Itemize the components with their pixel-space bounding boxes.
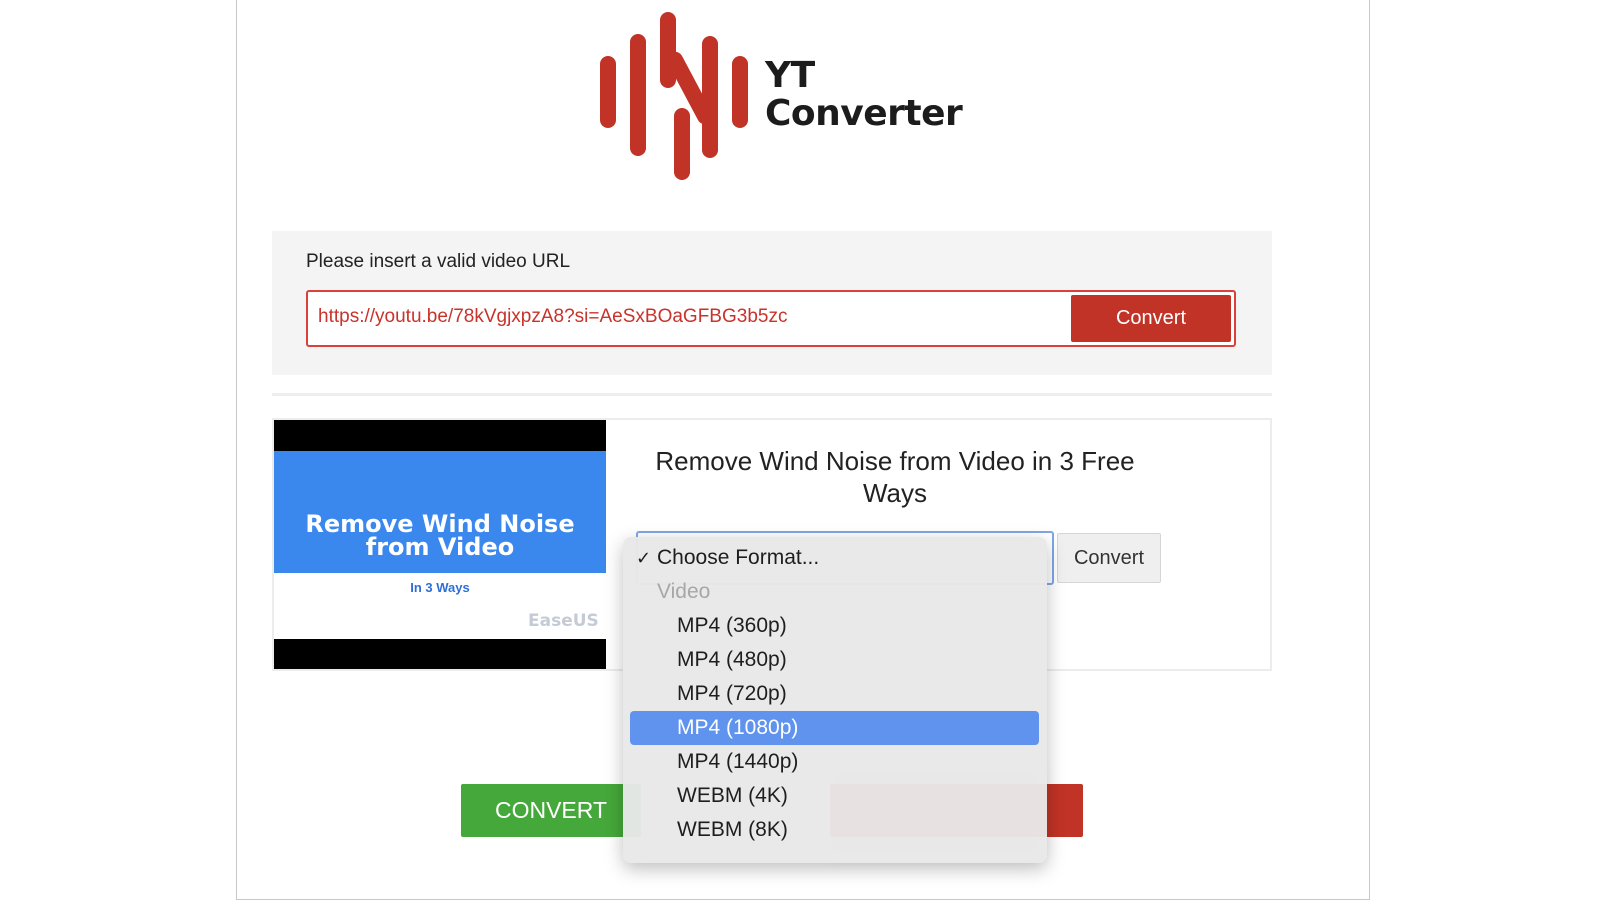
logo-line-1: YT: [765, 55, 815, 96]
dropdown-group-video: Video: [657, 580, 711, 603]
video-thumbnail: Remove Wind Noise from Video In 3 Ways E…: [274, 420, 606, 669]
dropdown-option[interactable]: MP4 (480p): [623, 643, 1047, 677]
format-convert-button[interactable]: Convert: [1057, 533, 1161, 583]
thumbnail-title: Remove Wind Noise from Video: [305, 510, 575, 561]
logo-text: YT Converter: [765, 55, 963, 134]
dropdown-option[interactable]: MP4 (360p): [623, 609, 1047, 643]
url-input[interactable]: https://youtu.be/78kVgjxpzA8?si=AeSxBOaG…: [306, 290, 1236, 347]
dropdown-option[interactable]: MP4 (720p): [623, 677, 1047, 711]
format-dropdown-menu: ✓ Choose Format... Video MP4 (360p) MP4 …: [623, 537, 1047, 863]
divider: [272, 393, 1272, 396]
dropdown-option-selected[interactable]: MP4 (1080p): [630, 711, 1039, 745]
checkmark-icon: ✓: [636, 548, 652, 568]
dropdown-option[interactable]: MP4 (1440p): [623, 745, 1047, 779]
url-value[interactable]: https://youtu.be/78kVgjxpzA8?si=AeSxBOaG…: [318, 306, 787, 328]
video-title: Remove Wind Noise from Video in 3 Free W…: [655, 446, 1135, 508]
logo-line-2: Converter: [765, 93, 963, 134]
thumbnail-brand-logo: EaseUS: [528, 611, 599, 631]
thumbnail-subtitle: In 3 Ways: [410, 580, 470, 595]
dropdown-item-label: Choose Format...: [657, 546, 820, 569]
dropdown-option[interactable]: WEBM (8K): [623, 813, 1047, 847]
url-convert-button[interactable]: Convert: [1071, 295, 1231, 342]
url-panel: Please insert a valid video URL https://…: [272, 231, 1272, 375]
dropdown-item-choose-format[interactable]: ✓ Choose Format...: [623, 541, 1047, 575]
dropdown-option[interactable]: WEBM (4K): [623, 779, 1047, 813]
url-label: Please insert a valid video URL: [306, 251, 571, 272]
big-convert-button[interactable]: CONVERT: [461, 784, 641, 837]
